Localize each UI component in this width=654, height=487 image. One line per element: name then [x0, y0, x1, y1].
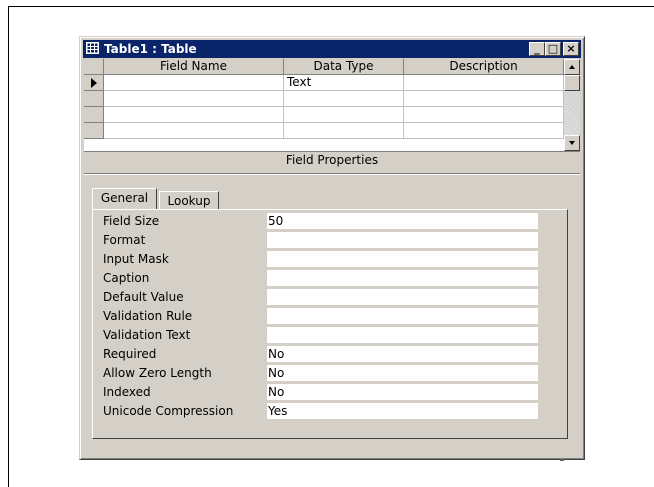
field-name-cell[interactable] [104, 107, 284, 123]
property-value-unicode-compression[interactable]: Yes [267, 403, 538, 420]
property-value-validation-rule[interactable] [267, 308, 538, 325]
property-label-validation-text: Validation Text [103, 328, 191, 342]
field-grid: Field Name Data Type Description Text [84, 59, 580, 152]
property-value-validation-text[interactable] [267, 327, 538, 344]
window-title: Table1 : Table [104, 42, 197, 56]
table-design-window: Table1 : Table _ □ × Field Name Data Typ… [79, 36, 585, 460]
data-type-cell[interactable] [284, 107, 404, 123]
row-selector[interactable] [84, 75, 104, 91]
close-button[interactable]: × [563, 42, 579, 56]
arrow-down-icon [569, 141, 575, 145]
field-name-cell[interactable] [104, 91, 284, 107]
property-label-field-size: Field Size [103, 214, 160, 228]
data-type-cell[interactable] [284, 91, 404, 107]
title-bar[interactable]: Table1 : Table _ □ × [83, 40, 581, 58]
property-value-indexed[interactable]: No [267, 384, 538, 401]
data-type-cell[interactable]: Text [284, 75, 404, 91]
arrow-up-icon [569, 65, 575, 69]
column-header-data-type[interactable]: Data Type [284, 59, 404, 75]
tab-lookup[interactable]: Lookup [159, 191, 219, 211]
property-label-caption: Caption [103, 271, 150, 285]
row-selector[interactable] [84, 91, 104, 107]
property-label-unicode-compression: Unicode Compression [103, 404, 234, 418]
scroll-up-button[interactable] [564, 59, 580, 75]
current-row-arrow-icon [91, 78, 97, 88]
data-type-cell[interactable] [284, 123, 404, 139]
field-name-cell[interactable] [104, 75, 284, 91]
vertical-scrollbar[interactable] [564, 59, 580, 151]
minimize-button[interactable]: _ [529, 42, 545, 56]
column-header-field-name[interactable]: Field Name [104, 59, 284, 75]
property-value-required[interactable]: No [267, 346, 538, 363]
description-cell[interactable] [404, 91, 564, 107]
property-label-input-mask: Input Mask [103, 252, 169, 266]
row-selector[interactable] [84, 107, 104, 123]
header-corner[interactable] [84, 59, 104, 75]
description-cell[interactable] [404, 107, 564, 123]
property-value-format[interactable] [267, 232, 538, 249]
property-label-format: Format [103, 233, 146, 247]
column-header-description[interactable]: Description [404, 59, 564, 75]
row-selector[interactable] [84, 123, 104, 139]
scroll-down-button[interactable] [564, 135, 580, 151]
property-label-default-value: Default Value [103, 290, 184, 304]
property-value-default-value[interactable] [267, 289, 538, 306]
divider [84, 173, 580, 175]
property-value-allow-zero-length[interactable]: No [267, 365, 538, 382]
window-shadow [560, 459, 564, 461]
property-label-allow-zero-length: Allow Zero Length [103, 366, 212, 380]
description-cell[interactable] [404, 75, 564, 91]
property-label-required: Required [103, 347, 157, 361]
maximize-button[interactable]: □ [545, 42, 561, 56]
property-value-caption[interactable] [267, 270, 538, 287]
field-properties-title: Field Properties [285, 153, 379, 167]
general-properties-panel: Field Size 50 Format Input Mask Caption … [92, 209, 568, 439]
grid-header: Field Name Data Type Description [84, 59, 564, 75]
property-label-validation-rule: Validation Rule [103, 309, 193, 323]
property-label-indexed: Indexed [103, 385, 151, 399]
scroll-thumb[interactable] [564, 75, 580, 91]
field-name-cell[interactable] [104, 123, 284, 139]
property-value-input-mask[interactable] [267, 251, 538, 268]
table-icon [86, 42, 99, 54]
property-value-field-size[interactable]: 50 [267, 213, 538, 230]
description-cell[interactable] [404, 123, 564, 139]
tab-general[interactable]: General [92, 188, 157, 210]
